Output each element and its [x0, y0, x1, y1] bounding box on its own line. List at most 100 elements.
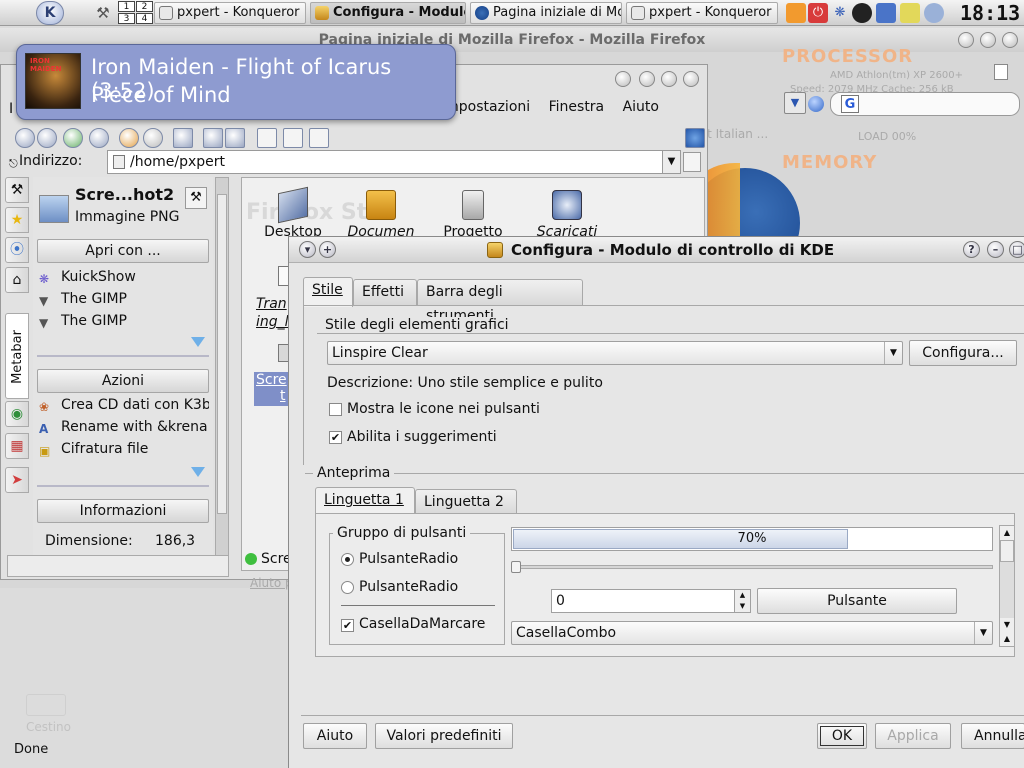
scroll-up-icon[interactable]: ▲: [1000, 526, 1014, 540]
apply-button[interactable]: Applica: [875, 723, 951, 749]
konqueror-close-button[interactable]: [683, 71, 699, 87]
address-go-button[interactable]: [683, 152, 701, 172]
tray-notes-icon[interactable]: [900, 3, 920, 23]
open-with-button[interactable]: Apri con ...: [37, 239, 209, 263]
file-partial-2[interactable]: ing_l: [256, 314, 289, 330]
zoom-out-icon[interactable]: [225, 128, 245, 148]
tree-view-icon[interactable]: [309, 128, 329, 148]
help-icon[interactable]: ?: [963, 241, 980, 258]
firefox-go-icon[interactable]: [808, 96, 824, 112]
sidebar-tab-media-icon[interactable]: ▦: [5, 433, 29, 459]
tab-toolbar[interactable]: Barra degli strumenti: [417, 279, 583, 324]
action-item[interactable]: A Rename with &krena: [39, 419, 209, 436]
trash-icon[interactable]: [26, 694, 66, 716]
window-menu-icon[interactable]: ▾: [299, 241, 316, 258]
clock[interactable]: 18:13: [960, 2, 1020, 24]
preview-tab-2[interactable]: Linguetta 2: [415, 489, 517, 515]
sidebar-tab-metabar[interactable]: Metabar: [5, 313, 29, 399]
task-configure[interactable]: Configura - Modulo: [310, 2, 466, 24]
preview-push-button[interactable]: Pulsante: [757, 588, 957, 614]
tray-windows-icon[interactable]: [876, 3, 896, 23]
actions-button[interactable]: Azioni: [37, 369, 209, 393]
minimize-icon[interactable]: –: [987, 241, 1004, 258]
location-clear-icon[interactable]: ⎋: [9, 157, 18, 171]
k-menu-button[interactable]: K: [36, 1, 64, 25]
firefox-dropdown-icon[interactable]: ▼: [784, 92, 806, 114]
sidebar-tab-network-icon[interactable]: ◉: [5, 401, 29, 427]
menu-window[interactable]: Finestra: [549, 99, 605, 115]
scrollbar-thumb[interactable]: [1000, 540, 1014, 562]
help-button[interactable]: Aiuto: [303, 723, 367, 749]
menu-help[interactable]: Aiuto: [623, 99, 659, 115]
configure-style-button[interactable]: Configura...: [909, 340, 1017, 366]
file-desktop[interactable]: Desktop: [248, 186, 338, 240]
widget-style-combo[interactable]: Linspire Clear ▼: [327, 341, 903, 365]
konqueror-minimize-button[interactable]: [639, 71, 655, 87]
firefox-shade-button[interactable]: [958, 32, 974, 48]
info-button[interactable]: Informazioni: [37, 499, 209, 523]
up-icon[interactable]: [63, 128, 83, 148]
scroll-up-icon[interactable]: ▲: [1000, 632, 1014, 646]
sidebar-tab-home-icon[interactable]: ⌂: [5, 267, 29, 293]
file-documents[interactable]: Documen: [336, 190, 426, 240]
firefox-close-button[interactable]: [1002, 32, 1018, 48]
firefox-search-input[interactable]: G: [830, 92, 1020, 116]
address-dropdown-icon[interactable]: ▼: [662, 151, 680, 173]
tab-style[interactable]: Stile: [303, 277, 353, 307]
open-with-item[interactable]: ❋ KuickShow: [39, 269, 209, 286]
tray-power-icon[interactable]: ⏻: [808, 3, 828, 23]
open-with-item[interactable]: ▼ The GIMP: [39, 313, 209, 330]
maximize-icon[interactable]: □: [1009, 241, 1024, 258]
print-icon[interactable]: [173, 128, 193, 148]
ok-button[interactable]: OK: [817, 723, 867, 749]
slider-track[interactable]: [511, 565, 993, 569]
radio-button-2[interactable]: [341, 581, 354, 594]
konqueror-maximize-button[interactable]: [661, 71, 677, 87]
konqueror-menu-clipped[interactable]: I: [9, 101, 13, 117]
tooltips-checkbox[interactable]: ✔: [329, 431, 342, 444]
pager-desktop-1[interactable]: 1: [118, 1, 135, 12]
address-input[interactable]: /home/pxpert ▼: [107, 150, 681, 174]
task-konqueror-1[interactable]: pxpert - Konqueror: [154, 2, 306, 24]
sidebar-tab-configure-icon[interactable]: ⚒: [5, 177, 29, 203]
konqueror-shade-button[interactable]: [615, 71, 631, 87]
sidebar-tab-bookmarks-icon[interactable]: ★: [5, 207, 29, 233]
spin-box[interactable]: 0 ▲ ▼: [551, 589, 751, 613]
sidebar-tab-services-icon[interactable]: ➤: [5, 467, 29, 493]
tray-globe-icon[interactable]: [924, 3, 944, 23]
icon-view-icon[interactable]: [257, 128, 277, 148]
scroll-down-icon[interactable]: ▼: [1000, 618, 1014, 632]
tray-bomb-icon[interactable]: [852, 3, 872, 23]
back-icon[interactable]: [15, 128, 35, 148]
pager-desktop-2[interactable]: 2: [136, 1, 153, 12]
task-firefox[interactable]: Pagina iniziale di Mo: [470, 2, 622, 24]
pager-desktop-3[interactable]: 3: [118, 13, 135, 24]
stop-icon[interactable]: [143, 128, 163, 148]
forward-icon[interactable]: [37, 128, 57, 148]
file-partial-1[interactable]: Tran: [256, 296, 287, 312]
file-project[interactable]: Progetto: [428, 190, 518, 240]
expand-arrow-icon[interactable]: [191, 467, 205, 477]
metabar-scrollbar[interactable]: [215, 177, 229, 557]
preview-combo-box[interactable]: CasellaCombo ▼: [511, 621, 993, 645]
preview-scrollbar[interactable]: ▲ ▼ ▲: [999, 525, 1015, 647]
pager-desktop-4[interactable]: 4: [136, 13, 153, 24]
firefox-maximize-button[interactable]: [980, 32, 996, 48]
show-icons-checkbox[interactable]: [329, 403, 342, 416]
action-item[interactable]: ❀ Crea CD dati con K3b: [39, 397, 209, 414]
home-icon[interactable]: [119, 128, 139, 148]
cancel-button[interactable]: Annulla: [961, 723, 1024, 749]
radio-button-1[interactable]: [341, 553, 354, 566]
taskbar-tools-icon[interactable]: ⚒: [92, 3, 114, 23]
spin-up-icon[interactable]: ▲: [734, 590, 750, 601]
task-konqueror-2[interactable]: pxpert - Konqueror: [626, 2, 778, 24]
reload-icon[interactable]: [89, 128, 109, 148]
scrollbar-thumb[interactable]: [217, 194, 227, 514]
sidebar-tab-history-icon[interactable]: ⦿: [5, 237, 29, 263]
defaults-button[interactable]: Valori predefiniti: [375, 723, 513, 749]
tab-effects[interactable]: Effetti: [353, 279, 417, 305]
tray-network-icon[interactable]: ❋: [830, 3, 850, 23]
file-downloads[interactable]: Scaricati: [522, 190, 612, 240]
checkable-box[interactable]: ✔: [341, 619, 354, 632]
zoom-in-icon[interactable]: [203, 128, 223, 148]
